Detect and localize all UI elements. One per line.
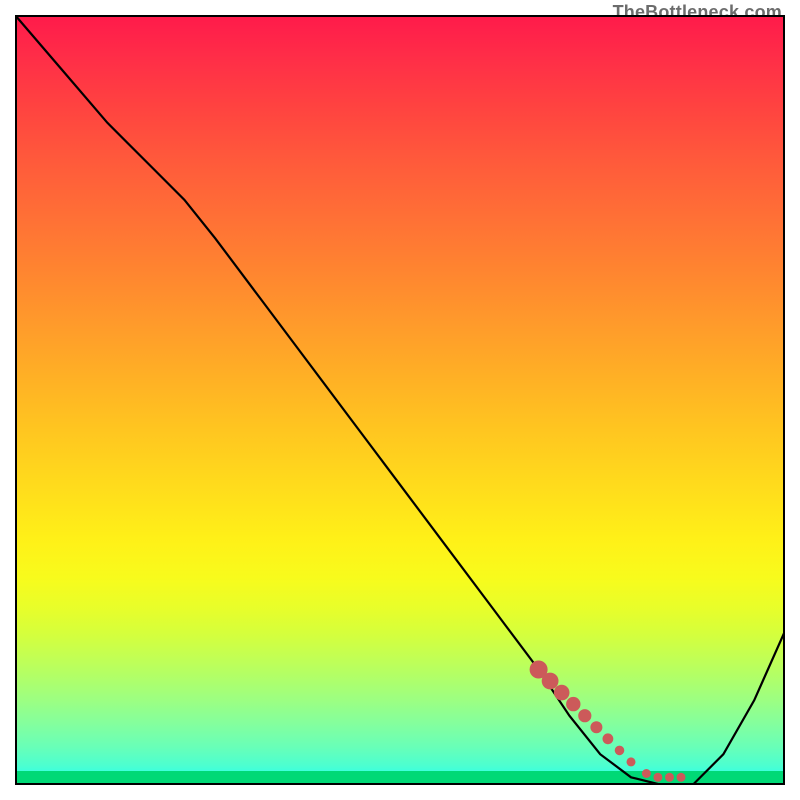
highlight-dot (665, 773, 674, 782)
highlight-dots-group (530, 661, 686, 782)
highlight-dot (627, 757, 636, 766)
highlight-dot (554, 685, 570, 701)
highlight-dot (542, 673, 559, 690)
chart-overlay (15, 15, 785, 785)
highlight-dot (653, 773, 662, 782)
plot-area (15, 15, 785, 785)
chart-container: TheBottleneck.com (0, 0, 800, 800)
highlight-dot (677, 773, 686, 782)
highlight-dot (566, 697, 580, 711)
highlight-dot (578, 709, 591, 722)
highlight-dot (590, 721, 602, 733)
highlight-dot (615, 746, 625, 756)
highlight-dot (603, 733, 614, 744)
highlight-dot (642, 769, 651, 778)
bottleneck-curve-line (15, 15, 785, 785)
